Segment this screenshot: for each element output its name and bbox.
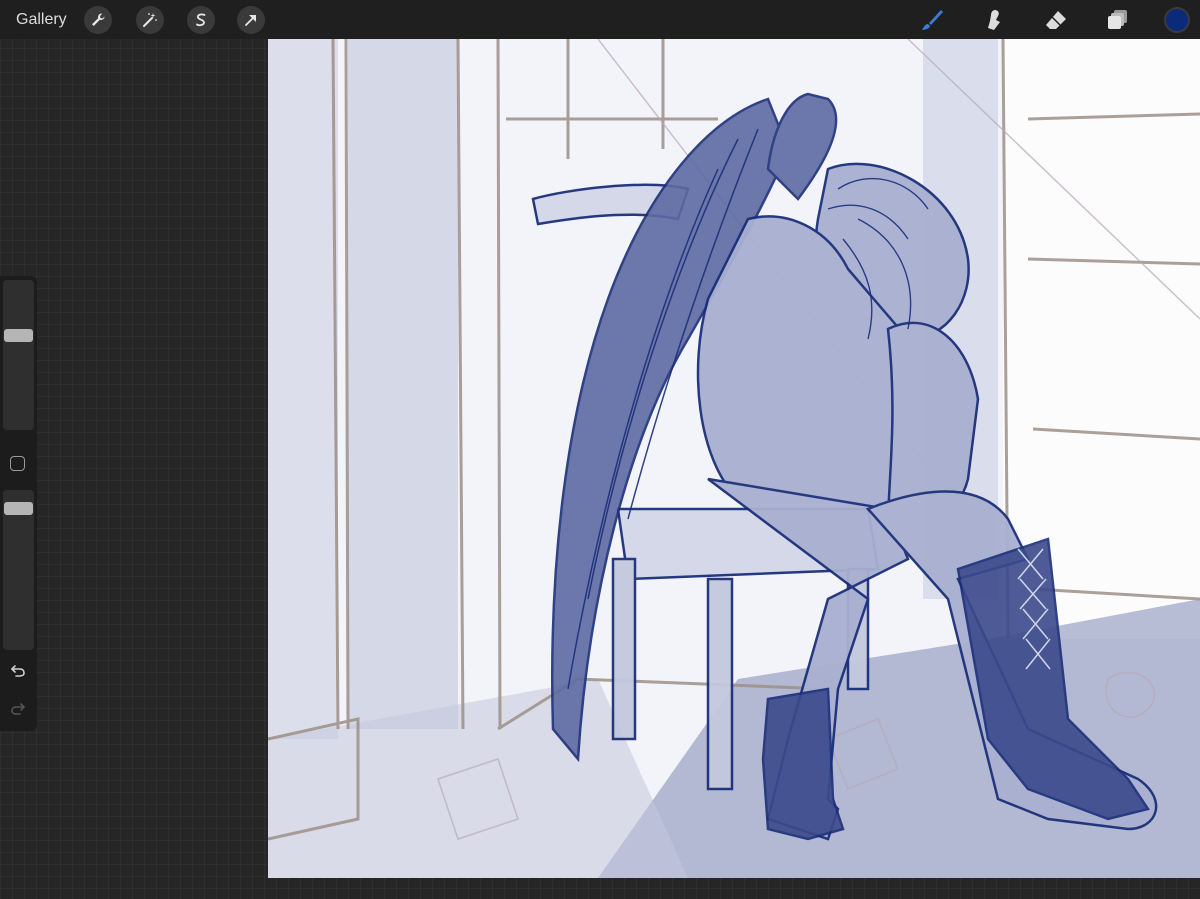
brush-size-slider[interactable] <box>3 280 34 430</box>
redo-button[interactable] <box>8 699 28 719</box>
drawing-canvas[interactable] <box>268 39 1200 878</box>
layers-button[interactable] <box>1103 5 1133 35</box>
selection-button[interactable] <box>187 6 215 34</box>
eraser-icon <box>1046 11 1066 29</box>
layers-icon <box>1108 10 1127 29</box>
brush-opacity-slider[interactable] <box>3 490 34 650</box>
smudge-tool-button[interactable] <box>979 5 1009 35</box>
brush-size-handle[interactable] <box>4 329 33 342</box>
smudge-icon <box>988 10 1000 30</box>
procreate-app: Gallery <box>0 0 1200 899</box>
modify-button[interactable] <box>10 456 25 471</box>
magic-wand-icon <box>143 13 157 27</box>
artwork <box>268 39 1200 878</box>
gallery-button[interactable]: Gallery <box>16 10 67 30</box>
brush-icon <box>922 10 943 30</box>
transform-button[interactable] <box>237 6 265 34</box>
undo-icon <box>11 665 25 677</box>
redo-icon <box>11 703 25 715</box>
top-toolbar: Gallery <box>0 0 1200 39</box>
adjustments-button[interactable] <box>136 6 164 34</box>
undo-button[interactable] <box>8 661 28 681</box>
transform-arrow-icon <box>245 15 256 26</box>
brush-tool-button[interactable] <box>917 5 947 35</box>
actions-button[interactable] <box>84 6 112 34</box>
left-sidebar <box>0 276 37 731</box>
brush-opacity-handle[interactable] <box>4 502 33 515</box>
eraser-tool-button[interactable] <box>1041 5 1071 35</box>
selection-icon <box>196 13 206 27</box>
color-picker-swatch[interactable] <box>1164 7 1190 33</box>
wrench-icon <box>92 13 105 26</box>
